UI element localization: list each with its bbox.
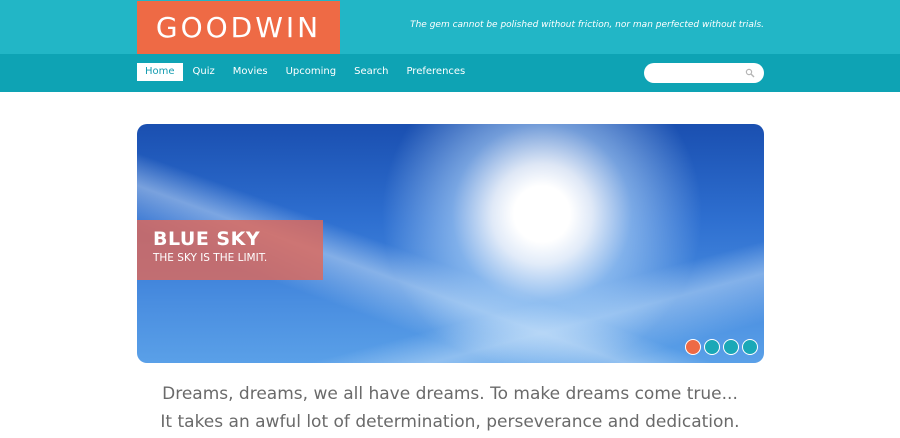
nav-item-upcoming[interactable]: Upcoming bbox=[278, 63, 345, 81]
intro-text: Dreams, dreams, we all have dreams. To m… bbox=[0, 380, 900, 436]
hero-slider: BLUE SKY THE SKY IS THE LIMIT. bbox=[137, 124, 764, 363]
intro-line-2: It takes an awful lot of determination, … bbox=[160, 412, 740, 432]
slider-dot-4[interactable] bbox=[742, 339, 758, 355]
intro-line-1: Dreams, dreams, we all have dreams. To m… bbox=[162, 384, 738, 404]
slider-dot-1[interactable] bbox=[685, 339, 701, 355]
slider-pagination bbox=[685, 339, 758, 355]
main-nav: Home Quiz Movies Upcoming Search Prefere… bbox=[137, 63, 475, 81]
nav-item-quiz[interactable]: Quiz bbox=[185, 63, 223, 81]
nav-item-preferences[interactable]: Preferences bbox=[398, 63, 473, 81]
site-logo[interactable]: GOODWIN bbox=[137, 1, 340, 54]
nav-item-home[interactable]: Home bbox=[137, 63, 183, 81]
slide-caption: BLUE SKY THE SKY IS THE LIMIT. bbox=[137, 220, 323, 280]
nav-item-search[interactable]: Search bbox=[346, 63, 396, 81]
logo-text: GOODWIN bbox=[155, 11, 322, 44]
site-tagline: The gem cannot be polished without frict… bbox=[410, 20, 764, 30]
slide-title: BLUE SKY bbox=[153, 228, 261, 250]
search-box bbox=[644, 63, 764, 83]
slider-dot-2[interactable] bbox=[704, 339, 720, 355]
slide-subtitle: THE SKY IS THE LIMIT. bbox=[153, 252, 268, 264]
search-input[interactable] bbox=[654, 65, 748, 83]
search-icon[interactable] bbox=[745, 68, 755, 78]
slider-dot-3[interactable] bbox=[723, 339, 739, 355]
nav-item-movies[interactable]: Movies bbox=[225, 63, 276, 81]
